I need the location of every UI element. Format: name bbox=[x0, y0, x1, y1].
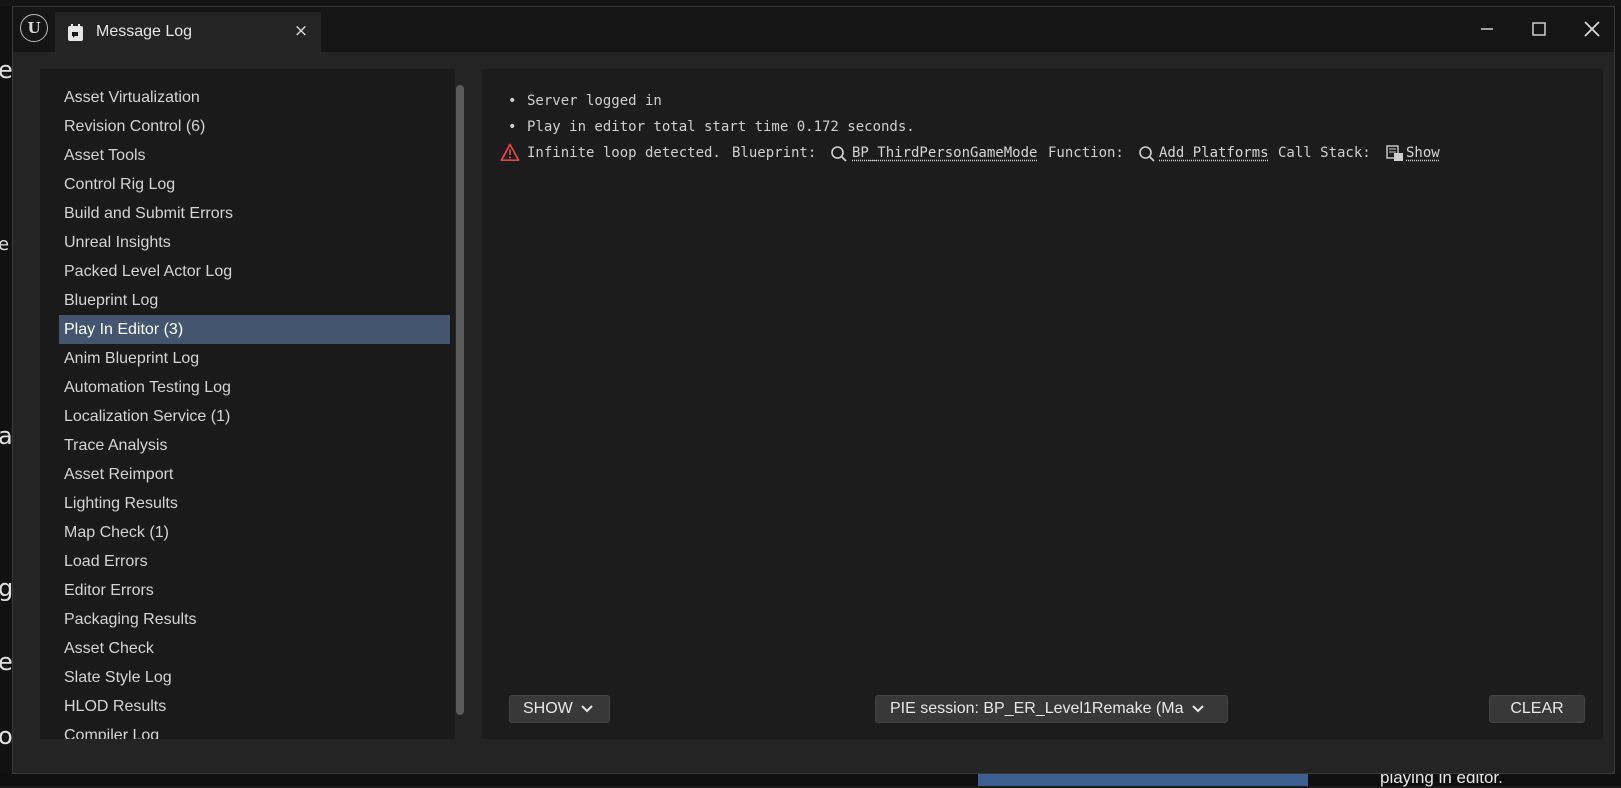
category-load-errors[interactable]: Load Errors bbox=[59, 547, 450, 576]
category-play-in-editor[interactable]: Play In Editor (3) bbox=[59, 315, 450, 344]
category-control-rig-log[interactable]: Control Rig Log bbox=[59, 170, 450, 199]
message-log-window: U Message Log × Asset Virtualization Rev… bbox=[12, 6, 1615, 774]
show-button-label: SHOW bbox=[523, 700, 573, 717]
background-editor-right bbox=[1614, 6, 1621, 786]
warning-icon bbox=[500, 143, 520, 170]
category-blueprint-log[interactable]: Blueprint Log bbox=[59, 286, 450, 315]
background-viewport bbox=[978, 774, 1308, 786]
category-packed-level-actor-log[interactable]: Packed Level Actor Log bbox=[59, 257, 450, 286]
category-asset-virtualization[interactable]: Asset Virtualization bbox=[59, 83, 450, 112]
category-slate-style-log[interactable]: Slate Style Log bbox=[59, 663, 450, 692]
session-dropdown-label: PIE session: BP_ER_Level1Remake (Ma bbox=[890, 700, 1183, 717]
bullet-icon: • bbox=[508, 89, 516, 113]
category-trace-analysis[interactable]: Trace Analysis bbox=[59, 431, 450, 460]
clear-button-label: CLEAR bbox=[1510, 700, 1563, 717]
tab-close-icon[interactable]: × bbox=[291, 21, 311, 41]
log-category-list[interactable]: Asset Virtualization Revision Control (6… bbox=[40, 69, 455, 739]
category-revision-control[interactable]: Revision Control (6) bbox=[59, 112, 450, 141]
minimize-button[interactable] bbox=[1473, 17, 1501, 41]
category-build-and-submit-errors[interactable]: Build and Submit Errors bbox=[59, 199, 450, 228]
category-packaging-results[interactable]: Packaging Results bbox=[59, 605, 450, 634]
chevron-down-icon bbox=[1192, 696, 1204, 722]
background-glyph: a bbox=[0, 422, 13, 450]
clear-button[interactable]: CLEAR bbox=[1489, 695, 1585, 723]
category-asset-reimport[interactable]: Asset Reimport bbox=[59, 460, 450, 489]
blueprint-link[interactable]: BP_ThirdPersonGameMode bbox=[852, 141, 1037, 165]
blueprint-label: Blueprint: bbox=[732, 141, 816, 165]
message-log-icon bbox=[67, 24, 84, 46]
background-editor-bottom: playing in editor. bbox=[0, 774, 1621, 786]
log-message-text: Server logged in bbox=[527, 89, 662, 113]
callstack-icon bbox=[1386, 144, 1404, 170]
category-asset-tools[interactable]: Asset Tools bbox=[59, 141, 450, 170]
title-bar[interactable]: U Message Log × bbox=[13, 7, 1614, 52]
callstack-label: Call Stack: bbox=[1278, 141, 1371, 165]
log-message-text: Play in editor total start time 0.172 se… bbox=[527, 115, 915, 139]
background-glyph: e bbox=[0, 56, 13, 84]
category-compiler-log[interactable]: Compiler Log bbox=[59, 721, 450, 739]
category-asset-check[interactable]: Asset Check bbox=[59, 634, 450, 663]
category-list-scrollbar[interactable] bbox=[456, 85, 464, 715]
background-glyph: e bbox=[0, 234, 9, 255]
category-anim-blueprint-log[interactable]: Anim Blueprint Log bbox=[59, 344, 450, 373]
close-window-button[interactable] bbox=[1578, 17, 1606, 41]
category-unreal-insights[interactable]: Unreal Insights bbox=[59, 228, 450, 257]
log-warning-message[interactable]: Infinite loop detected. Blueprint: BP_Th… bbox=[482, 141, 1582, 165]
background-glyph: o bbox=[0, 722, 13, 750]
function-label: Function: bbox=[1048, 141, 1124, 165]
maximize-button[interactable] bbox=[1525, 17, 1553, 41]
category-map-check[interactable]: Map Check (1) bbox=[59, 518, 450, 547]
tab-title: Message Log bbox=[96, 23, 192, 41]
category-hlod-results[interactable]: HLOD Results bbox=[59, 692, 450, 721]
chevron-down-icon bbox=[581, 696, 593, 722]
category-editor-errors[interactable]: Editor Errors bbox=[59, 576, 450, 605]
background-editor-left: e e a g et o bbox=[0, 6, 12, 786]
bullet-icon: • bbox=[508, 115, 516, 139]
category-automation-testing-log[interactable]: Automation Testing Log bbox=[59, 373, 450, 402]
warning-text: Infinite loop detected. bbox=[527, 141, 721, 165]
tab-message-log[interactable]: Message Log × bbox=[55, 12, 321, 52]
callstack-show-link[interactable]: Show bbox=[1406, 141, 1440, 165]
function-link[interactable]: Add Platforms bbox=[1159, 141, 1269, 165]
show-filter-button[interactable]: SHOW bbox=[509, 695, 610, 723]
category-localization-service[interactable]: Localization Service (1) bbox=[59, 402, 450, 431]
search-icon bbox=[1138, 145, 1156, 171]
message-list[interactable]: • Server logged in • Play in editor tota… bbox=[482, 69, 1603, 739]
unreal-logo-icon: U bbox=[20, 14, 48, 42]
category-lighting-results[interactable]: Lighting Results bbox=[59, 489, 450, 518]
pie-session-dropdown[interactable]: PIE session: BP_ER_Level1Remake (Ma bbox=[875, 695, 1228, 723]
search-icon bbox=[830, 145, 848, 171]
